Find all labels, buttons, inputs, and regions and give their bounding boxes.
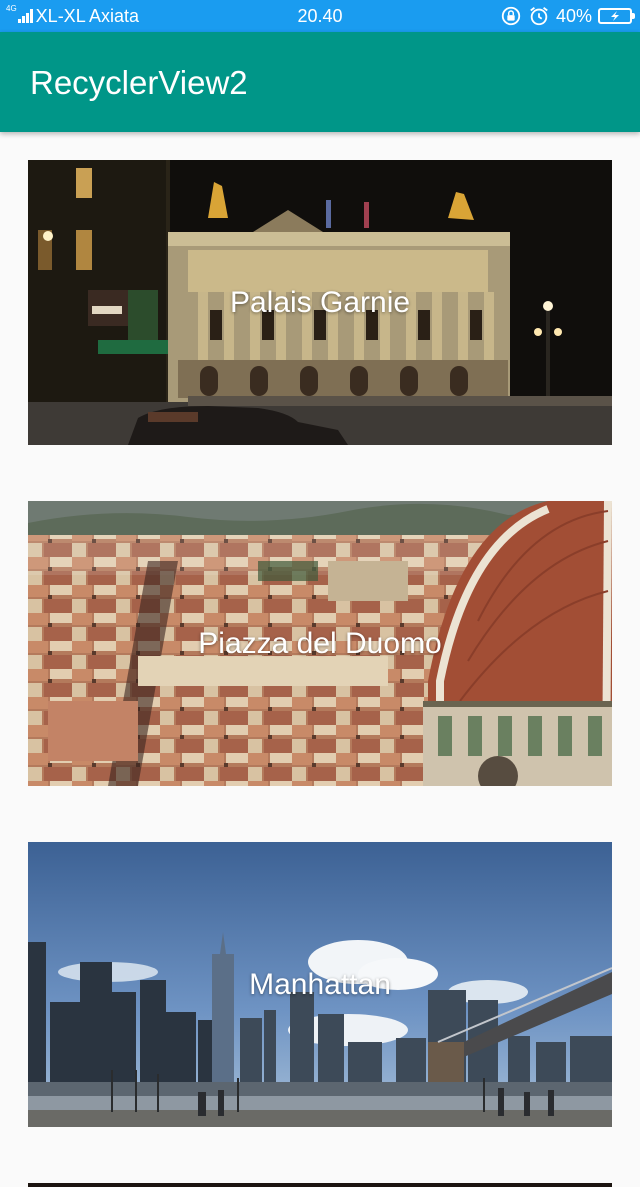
list-item-partial[interactable] [28, 1183, 612, 1187]
recycler-list[interactable]: Palais Garnie Piazza del Duomo Manhattan [0, 132, 640, 1187]
manhattan-skyline-photo [28, 842, 612, 1127]
alarm-icon [530, 7, 548, 26]
app-bar: RecyclerView2 [0, 32, 640, 132]
rotation-lock-icon [501, 6, 521, 26]
battery-percent: 40% [555, 5, 592, 26]
status-bar: 4G XL-XL Axiata 20.40 40% [0, 0, 640, 32]
carrier-name: XL-XL Axiata [35, 5, 140, 26]
network-type: 4G [6, 3, 17, 13]
florence-duomo-photo [28, 501, 612, 786]
status-right: 40% [500, 0, 635, 32]
battery-charging-icon [598, 8, 635, 24]
list-item[interactable]: Palais Garnie [28, 160, 612, 445]
app-title: RecyclerView2 [30, 64, 248, 101]
palais-garnier-photo [28, 160, 612, 445]
status-left: 4G XL-XL Axiata [6, 0, 139, 32]
signal-icon [17, 9, 34, 23]
list-item[interactable]: Manhattan [28, 842, 612, 1127]
list-item[interactable]: Piazza del Duomo [28, 501, 612, 786]
